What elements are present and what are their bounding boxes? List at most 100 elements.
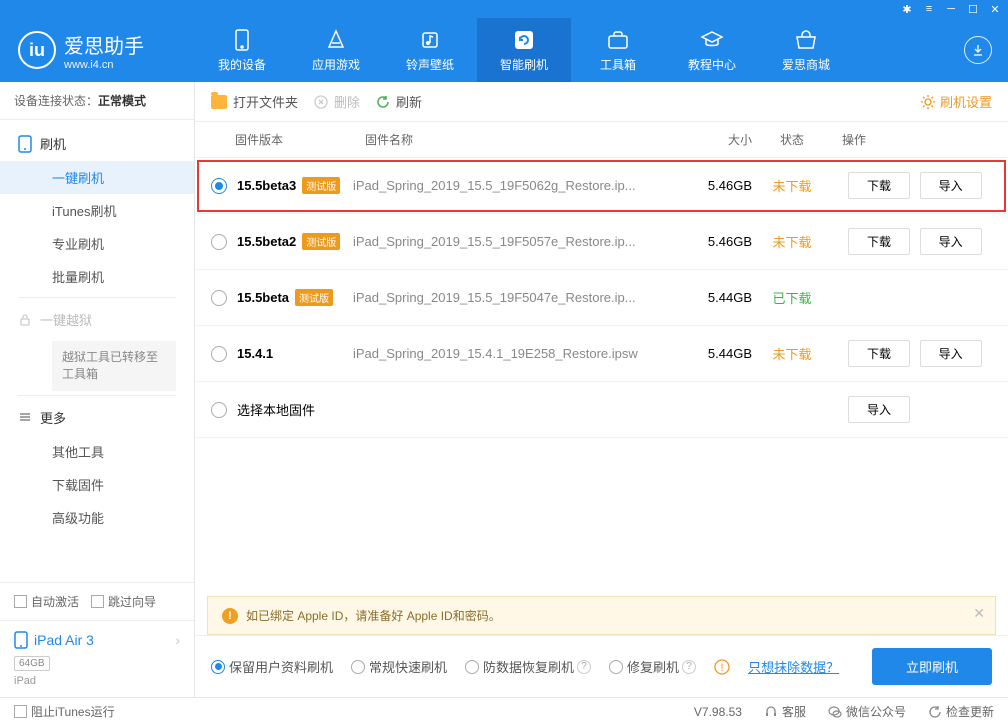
refresh-button[interactable]: 刷新 bbox=[376, 92, 422, 111]
sidebar-oneclick-flash[interactable]: 一键刷机 bbox=[0, 161, 194, 194]
option-anti-recovery[interactable]: 防数据恢复刷机? bbox=[465, 657, 591, 676]
menu-icon[interactable]: ≡ bbox=[922, 2, 936, 16]
row-version: 15.4.1 bbox=[237, 346, 353, 361]
version-label: V7.98.53 bbox=[694, 703, 742, 720]
option-fast[interactable]: 常规快速刷机 bbox=[351, 657, 447, 676]
download-button[interactable]: 下载 bbox=[848, 228, 910, 255]
sidebar-batch-flash[interactable]: 批量刷机 bbox=[0, 260, 194, 293]
row-version: 15.5beta3测试版 bbox=[237, 177, 353, 194]
flash-settings-button[interactable]: 刷机设置 bbox=[920, 92, 992, 111]
option-repair[interactable]: 修复刷机? bbox=[609, 657, 696, 676]
beta-tag: 测试版 bbox=[295, 289, 333, 306]
row-size: 5.44GB bbox=[672, 290, 752, 305]
wechat-link[interactable]: 微信公众号 bbox=[828, 703, 906, 720]
help-icon[interactable]: ? bbox=[682, 660, 696, 674]
help-icon[interactable]: ? bbox=[577, 660, 591, 674]
row-status: 未下载 bbox=[752, 232, 832, 251]
wechat-icon bbox=[828, 705, 842, 719]
refresh-icon bbox=[512, 28, 536, 52]
top-nav: 我的设备 应用游戏 铃声壁纸 智能刷机 工具箱 教程中心 爱思商城 bbox=[195, 18, 948, 82]
alert-close-button[interactable]: ✕ bbox=[973, 605, 985, 622]
firmware-table-body: 15.5beta3测试版 iPad_Spring_2019_15.5_19F50… bbox=[195, 158, 1008, 596]
device-info[interactable]: iPad Air 3› 64GB iPad bbox=[0, 620, 194, 697]
titlebar: ✱ ≡ ─ ☐ ✕ bbox=[0, 0, 1008, 18]
download-button[interactable]: 下载 bbox=[848, 340, 910, 367]
sidebar-pro-flash[interactable]: 专业刷机 bbox=[0, 227, 194, 260]
row-local-label: 选择本地固件 bbox=[237, 400, 353, 419]
phone-icon bbox=[18, 135, 32, 153]
lock-icon bbox=[18, 313, 32, 327]
row-radio[interactable] bbox=[211, 346, 227, 362]
settings-icon[interactable]: ✱ bbox=[900, 2, 914, 16]
close-icon[interactable]: ✕ bbox=[988, 2, 1002, 16]
nav-store[interactable]: 爱思商城 bbox=[759, 18, 853, 82]
import-button[interactable]: 导入 bbox=[848, 396, 910, 423]
nav-apps[interactable]: 应用游戏 bbox=[289, 18, 383, 82]
open-folder-button[interactable]: 打开文件夹 bbox=[211, 92, 298, 111]
device-icon bbox=[230, 28, 254, 52]
device-status: 设备连接状态：正常模式 bbox=[0, 82, 194, 120]
warning-icon: ! bbox=[222, 608, 238, 624]
auto-activate-checkbox[interactable]: 自动激活 bbox=[14, 593, 79, 610]
import-button[interactable]: 导入 bbox=[920, 228, 982, 255]
row-size: 5.46GB bbox=[672, 178, 752, 193]
row-radio[interactable] bbox=[211, 402, 227, 418]
row-radio[interactable] bbox=[211, 178, 227, 194]
sidebar-jailbreak: 一键越狱 bbox=[0, 302, 194, 337]
sidebar-more-header[interactable]: 更多 bbox=[0, 400, 194, 435]
flash-now-button[interactable]: 立即刷机 bbox=[872, 648, 992, 685]
col-status-header: 状态 bbox=[752, 131, 832, 148]
sidebar-options: 自动激活 跳过向导 bbox=[0, 583, 194, 620]
sidebar-itunes-flash[interactable]: iTunes刷机 bbox=[0, 194, 194, 227]
row-version: 15.5beta测试版 bbox=[237, 289, 353, 306]
row-status: 未下载 bbox=[752, 176, 832, 195]
minimize-icon[interactable]: ─ bbox=[944, 2, 958, 16]
logo-title: 爱思助手 bbox=[64, 30, 144, 59]
sidebar: 设备连接状态：正常模式 刷机 一键刷机 iTunes刷机 专业刷机 批量刷机 一… bbox=[0, 82, 195, 697]
support-link[interactable]: 客服 bbox=[764, 703, 806, 720]
sidebar-other-tools[interactable]: 其他工具 bbox=[0, 435, 194, 468]
nav-tutorials[interactable]: 教程中心 bbox=[665, 18, 759, 82]
row-radio[interactable] bbox=[211, 234, 227, 250]
refresh-icon bbox=[376, 95, 390, 109]
table-row[interactable]: 15.5beta测试版 iPad_Spring_2019_15.5_19F504… bbox=[195, 270, 1008, 326]
header: iu 爱思助手 www.i4.cn 我的设备 应用游戏 铃声壁纸 智能刷机 工具… bbox=[0, 18, 1008, 82]
nav-toolbox[interactable]: 工具箱 bbox=[571, 18, 665, 82]
row-status: 已下载 bbox=[752, 288, 832, 307]
svg-text:!: ! bbox=[721, 662, 724, 674]
statusbar: 阻止iTunes运行 V7.98.53 客服 微信公众号 检查更新 bbox=[0, 697, 1008, 725]
table-row[interactable]: 15.4.1 iPad_Spring_2019_15.4.1_19E258_Re… bbox=[195, 326, 1008, 382]
import-button[interactable]: 导入 bbox=[920, 172, 982, 199]
apps-icon bbox=[324, 28, 348, 52]
row-radio[interactable] bbox=[211, 290, 227, 306]
sidebar-advanced[interactable]: 高级功能 bbox=[0, 501, 194, 534]
main-content: 打开文件夹 删除 刷新 刷机设置 固件版本 固件名称 大小 状态 操作 15.5… bbox=[195, 82, 1008, 697]
store-icon bbox=[794, 28, 818, 52]
nav-ringtones[interactable]: 铃声壁纸 bbox=[383, 18, 477, 82]
download-indicator[interactable] bbox=[948, 36, 1008, 64]
download-button[interactable]: 下载 bbox=[848, 172, 910, 199]
apple-id-alert: ! 如已绑定 Apple ID，请准备好 Apple ID和密码。 ✕ bbox=[207, 596, 996, 635]
block-itunes-checkbox[interactable]: 阻止iTunes运行 bbox=[14, 703, 115, 720]
nav-flash[interactable]: 智能刷机 bbox=[477, 18, 571, 82]
row-size: 5.44GB bbox=[672, 346, 752, 361]
folder-icon bbox=[211, 95, 227, 109]
option-keep-data[interactable]: 保留用户资料刷机 bbox=[211, 657, 333, 676]
logo-url: www.i4.cn bbox=[64, 59, 144, 71]
erase-data-link[interactable]: 只想抹除数据？ bbox=[748, 657, 839, 676]
table-row[interactable]: 15.5beta2测试版 iPad_Spring_2019_15.5_19F50… bbox=[195, 214, 1008, 270]
table-row-local[interactable]: 选择本地固件 导入 bbox=[195, 382, 1008, 438]
sidebar-download-firmware[interactable]: 下载固件 bbox=[0, 468, 194, 501]
import-button[interactable]: 导入 bbox=[920, 340, 982, 367]
sidebar-flash-header[interactable]: 刷机 bbox=[0, 126, 194, 161]
row-actions: 下载 导入 bbox=[832, 340, 992, 367]
row-actions: 下载 导入 bbox=[832, 172, 992, 199]
nav-my-device[interactable]: 我的设备 bbox=[195, 18, 289, 82]
logo-icon: iu bbox=[18, 31, 56, 69]
update-icon bbox=[928, 705, 942, 719]
table-row[interactable]: 15.5beta3测试版 iPad_Spring_2019_15.5_19F50… bbox=[195, 158, 1008, 214]
device-type: iPad bbox=[14, 675, 180, 687]
maximize-icon[interactable]: ☐ bbox=[966, 2, 980, 16]
skip-guide-checkbox[interactable]: 跳过向导 bbox=[91, 593, 156, 610]
check-update-link[interactable]: 检查更新 bbox=[928, 703, 994, 720]
